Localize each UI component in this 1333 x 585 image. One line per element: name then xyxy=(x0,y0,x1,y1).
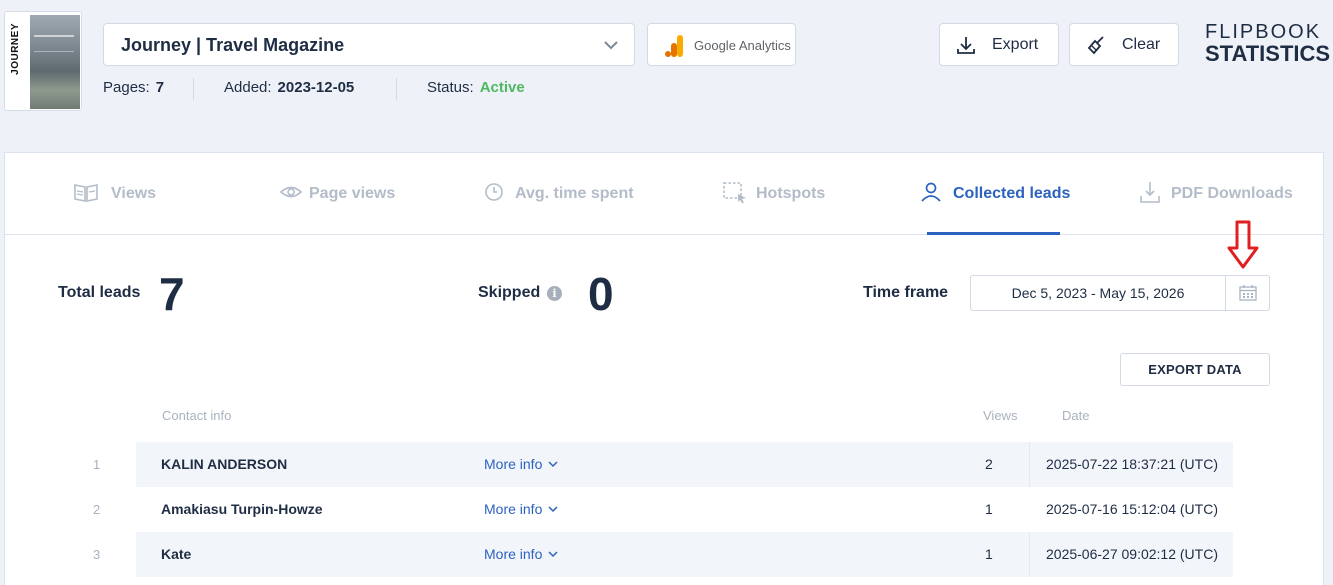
tab-views[interactable]: Views xyxy=(73,181,163,207)
tab-hotspots-label: Hotspots xyxy=(756,185,826,202)
status-meta: Status: Active xyxy=(427,79,525,96)
table-row: Kate More info 1 2025-06-27 09:02:12 (UT… xyxy=(136,532,1233,577)
tab-hotspots[interactable]: Hotspots xyxy=(722,181,832,207)
brand-line1: FLIPBOOK xyxy=(1205,21,1322,43)
pages-label: Pages: xyxy=(103,79,150,96)
cover-spine: JOURNEY xyxy=(8,15,30,109)
lead-views: 2 xyxy=(985,456,993,472)
statistics-tabs: Views Page views Avg. time spent Hotspot… xyxy=(5,153,1323,235)
status-label: Status: xyxy=(427,79,474,96)
pages-value: 7 xyxy=(155,79,165,96)
brand-logo: FLIPBOOK STATISTICS xyxy=(1205,22,1330,65)
time-frame-picker[interactable]: Dec 5, 2023 - May 15, 2026 xyxy=(970,275,1270,311)
added-label: Added: xyxy=(224,79,272,96)
row-number: 3 xyxy=(93,547,101,562)
column-header-views: Views xyxy=(983,408,1018,423)
tab-pdf-downloads[interactable]: PDF Downloads xyxy=(1139,181,1299,207)
magazine-title: Journey | Travel Magazine xyxy=(121,35,345,55)
google-analytics-label: Google Analytics xyxy=(694,38,791,53)
export-data-button[interactable]: EXPORT DATA xyxy=(1120,353,1270,386)
chevron-down-icon xyxy=(548,506,558,513)
meta-divider xyxy=(193,78,194,100)
export-label: Export xyxy=(992,36,1039,53)
lead-date: 2025-07-16 15:12:04 (UTC) xyxy=(1046,501,1218,517)
statistics-card: Views Page views Avg. time spent Hotspot… xyxy=(4,152,1324,585)
more-info-label: More info xyxy=(484,501,543,517)
time-frame-range[interactable]: Dec 5, 2023 - May 15, 2026 xyxy=(971,276,1225,310)
lead-name: Amakiasu Turpin-Howze xyxy=(161,501,323,517)
tab-collected-leads[interactable]: Collected leads xyxy=(920,181,1080,207)
more-info-link[interactable]: More info xyxy=(484,501,558,517)
tab-collected-leads-label: Collected leads xyxy=(953,185,1071,202)
tab-page-views-label: Page views xyxy=(309,185,396,202)
table-row: Amakiasu Turpin-Howze More info 1 2025-0… xyxy=(136,487,1233,532)
chevron-down-icon xyxy=(548,551,558,558)
broom-icon xyxy=(1087,36,1104,55)
lead-name: Kate xyxy=(161,546,192,562)
column-divider xyxy=(1029,532,1030,577)
cover-photo xyxy=(30,15,80,109)
added-meta: Added: 2023-12-05 xyxy=(224,79,354,96)
tab-avg-time-spent[interactable]: Avg. time spent xyxy=(484,181,644,207)
time-frame-label: Time frame xyxy=(863,284,949,301)
pages-meta: Pages: 7 xyxy=(103,79,164,96)
lead-date: 2025-07-22 18:37:21 (UTC) xyxy=(1046,456,1218,472)
info-icon[interactable]: i xyxy=(547,286,562,301)
tab-page-views[interactable]: Page views xyxy=(279,181,399,207)
download-icon xyxy=(1140,182,1160,203)
lead-views: 1 xyxy=(985,501,993,517)
column-header-date: Date xyxy=(1062,408,1090,423)
tab-pdf-downloads-label: PDF Downloads xyxy=(1171,185,1293,202)
column-header-contact: Contact info xyxy=(162,408,232,423)
magazine-select[interactable]: Journey | Travel Magazine xyxy=(103,23,635,66)
user-icon xyxy=(921,182,941,202)
cover-title: JOURNEY xyxy=(10,23,21,75)
flipbook-cover-thumbnail[interactable]: JOURNEY xyxy=(4,11,82,111)
google-analytics-icon xyxy=(665,35,683,57)
column-divider xyxy=(1029,442,1030,487)
clear-label: Clear xyxy=(1122,36,1161,53)
download-icon xyxy=(957,37,975,54)
lead-views: 1 xyxy=(985,546,993,562)
calendar-icon xyxy=(1239,285,1257,301)
brand-line2: STATISTICS xyxy=(1205,41,1331,66)
lead-name: KALIN ANDERSON xyxy=(161,456,288,472)
skipped-label: Skipped xyxy=(478,284,541,301)
table-row: KALIN ANDERSON More info 2 2025-07-22 18… xyxy=(136,442,1233,487)
cover-image: JOURNEY xyxy=(8,15,80,109)
clock-icon xyxy=(485,183,503,201)
tab-views-label: Views xyxy=(111,185,157,202)
chevron-down-icon xyxy=(548,461,558,468)
status-badge: Active xyxy=(479,79,525,96)
tab-avg-time-label: Avg. time spent xyxy=(515,185,634,202)
chevron-down-icon xyxy=(604,41,618,50)
views-icon xyxy=(74,184,98,202)
total-leads-value: 7 xyxy=(159,268,185,320)
more-info-label: More info xyxy=(484,456,543,472)
lead-date: 2025-06-27 09:02:12 (UTC) xyxy=(1046,546,1218,562)
more-info-label: More info xyxy=(484,546,543,562)
row-number: 2 xyxy=(93,502,101,517)
clear-button[interactable]: Clear xyxy=(1069,23,1179,66)
skipped-value: 0 xyxy=(588,268,614,320)
calendar-button[interactable] xyxy=(1225,276,1269,310)
row-number: 1 xyxy=(93,457,101,472)
eye-icon xyxy=(279,186,303,198)
total-leads-label: Total leads xyxy=(58,284,141,301)
active-tab-indicator xyxy=(927,232,1060,235)
meta-divider xyxy=(396,78,397,100)
more-info-link[interactable]: More info xyxy=(484,546,558,562)
more-info-link[interactable]: More info xyxy=(484,456,558,472)
annotation-arrow-icon xyxy=(1227,220,1259,269)
added-value: 2023-12-05 xyxy=(277,79,355,96)
export-button[interactable]: Export xyxy=(939,23,1059,66)
hotspot-icon xyxy=(723,182,746,203)
google-analytics-button[interactable]: Google Analytics xyxy=(647,23,796,66)
